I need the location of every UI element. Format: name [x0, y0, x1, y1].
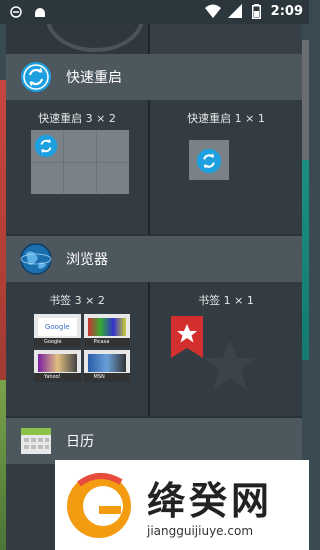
status-time: 2:09 — [270, 3, 303, 19]
section-title: 浏览器 — [66, 252, 108, 268]
notification-icon — [8, 4, 24, 20]
star-outline-icon — [200, 336, 260, 400]
widget-label: 书签 3 × 2 — [49, 294, 105, 307]
section-title: 快速重启 — [66, 70, 122, 86]
widget-preview-grid — [31, 130, 129, 194]
widget-bookmarks-3x2[interactable]: 书签 3 × 2 Google Google Picasa Yahoo! MSN — [6, 282, 148, 416]
section-header-quick-reboot: 快速重启 — [6, 54, 302, 100]
widget-label: 书签 1 × 1 — [198, 294, 254, 307]
bookmark-thumb-google: Google Google — [34, 314, 81, 347]
bookmark-ribbon-icon — [171, 316, 203, 362]
section-title: 日历 — [66, 434, 94, 450]
widget-preview-1x1 — [189, 140, 229, 180]
widget-row-quick-reboot: 快速重启 3 × 2 快速重启 1 × 1 — [6, 100, 302, 234]
section-header-calendar: 日历 — [6, 418, 302, 464]
calendar-icon — [20, 425, 52, 457]
watermark-url: jiangguijiuye.com — [147, 524, 254, 538]
watermark: 绛癸网 jiangguijiuye.com — [55, 460, 309, 550]
status-bar: 2:09 — [0, 0, 309, 24]
battery-icon — [249, 3, 265, 19]
sync-icon — [34, 134, 58, 158]
wifi-icon — [204, 3, 221, 19]
bookmark-thumbnails: Google Google Picasa Yahoo! MSN — [34, 314, 130, 382]
globe-icon — [20, 243, 52, 275]
android-icon — [32, 4, 48, 20]
widget-label: 快速重启 1 × 1 — [187, 112, 265, 125]
widget-quick-reboot-3x2[interactable]: 快速重启 3 × 2 — [6, 100, 148, 234]
sync-icon — [20, 61, 52, 93]
sync-icon — [196, 148, 222, 174]
widget-label: 快速重启 3 × 2 — [38, 112, 116, 125]
widget-bookmarks-1x1[interactable]: 书签 1 × 1 — [150, 282, 302, 416]
widget-row-browser: 书签 3 × 2 Google Google Picasa Yahoo! MSN — [6, 282, 302, 416]
previous-widget-row — [6, 24, 302, 54]
section-header-browser: 浏览器 — [6, 236, 302, 282]
watermark-title: 绛癸网 — [147, 479, 274, 523]
bookmark-thumb-picasa: Picasa — [83, 314, 130, 347]
bookmark-thumb-yahoo: Yahoo! — [34, 349, 81, 382]
bookmark-thumb-msn: MSN — [83, 349, 130, 382]
watermark-logo-icon — [59, 464, 139, 544]
signal-icon — [227, 3, 243, 19]
